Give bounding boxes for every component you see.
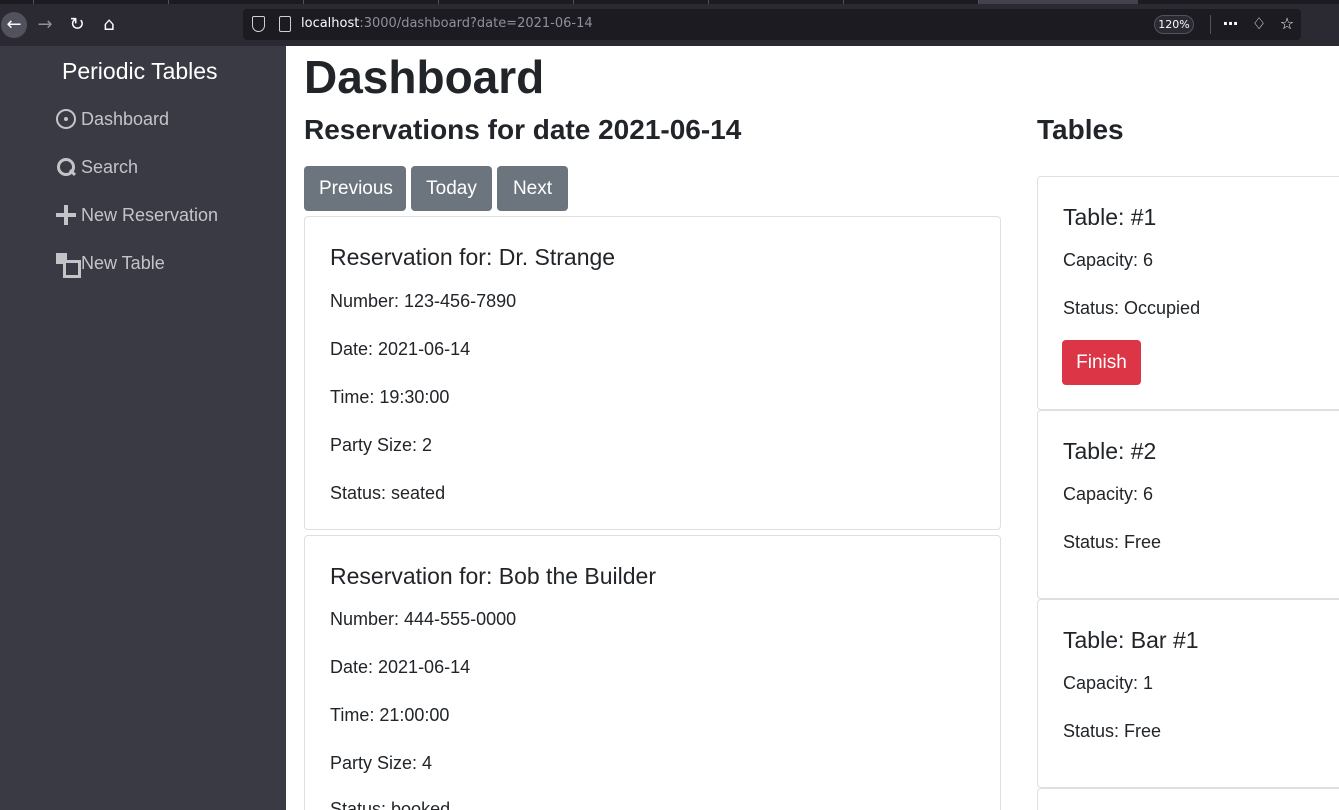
zoom-level-badge[interactable]: 120% (1154, 15, 1194, 34)
reservation-card: Reservation for: Dr. Strange Number: 123… (304, 216, 1001, 530)
bookmark-star-icon[interactable]: ☆ (1276, 13, 1298, 35)
table-capacity: Capacity: 6 (1063, 484, 1154, 504)
table-status: Status: Occupied (1063, 298, 1201, 318)
address-bar[interactable]: localhost:3000/dashboard?date=2021-06-14… (243, 9, 1301, 40)
table-icon (56, 253, 81, 278)
sidebar-item-new-table[interactable]: New Table (56, 248, 165, 278)
more-actions-icon[interactable]: ··· (1219, 13, 1241, 35)
table-title: Table: #1 (1063, 204, 1157, 230)
sidebar-item-dashboard[interactable]: Dashboard (56, 104, 169, 134)
url-text[interactable]: localhost:3000/dashboard?date=2021-06-14 (301, 16, 593, 31)
page-icon[interactable] (279, 16, 291, 32)
reload-icon[interactable]: ↻ (64, 12, 90, 38)
tab-strip (0, 0, 1339, 4)
table-status: Status: Free (1063, 532, 1162, 552)
table-card: Table: Bar #1 Capacity: 1 Status: Free (1037, 599, 1339, 788)
browser-toolbar: ← → ↻ ⌂ localhost:3000/dashboard?date=20… (0, 0, 1339, 46)
reservation-party-size: Party Size: 2 (330, 435, 433, 455)
next-button[interactable]: Next (497, 166, 568, 211)
finish-button[interactable]: Finish (1062, 340, 1141, 385)
table-card: Table: #1 Capacity: 6 Status: Occupied F… (1037, 176, 1339, 410)
previous-button[interactable]: Previous (304, 166, 406, 211)
reservation-number: Number: 444-555-0000 (330, 609, 517, 629)
reservation-card: Reservation for: Bob the Builder Number:… (304, 535, 1001, 810)
reservation-date: Date: 2021-06-14 (330, 657, 471, 677)
table-card: Table: #2 Capacity: 6 Status: Free (1037, 410, 1339, 599)
sidebar-item-label: New Reservation (81, 204, 219, 225)
sidebar-item-label: Dashboard (81, 108, 170, 129)
url-path: :3000/dashboard?date=2021-06-14 (359, 16, 593, 31)
sidebar-item-label: Search (81, 156, 139, 177)
pocket-icon[interactable]: ♢ (1248, 13, 1270, 35)
table-status: Status: Free (1063, 721, 1162, 741)
table-card (1037, 788, 1339, 810)
shield-icon[interactable] (252, 16, 265, 32)
forward-icon[interactable]: → (32, 12, 58, 38)
plus-icon (56, 205, 76, 225)
reservation-party-size: Party Size: 4 (330, 753, 433, 773)
reservation-number: Number: 123-456-7890 (330, 291, 517, 311)
search-icon (56, 157, 76, 177)
home-icon[interactable]: ⌂ (96, 12, 122, 38)
date-navigation: Previous Today Next (304, 166, 573, 211)
divider (1210, 15, 1211, 34)
sidebar-item-label: New Table (81, 252, 165, 273)
dashboard-icon (56, 109, 76, 129)
reservation-time: Time: 19:30:00 (330, 387, 450, 407)
reservation-date: Date: 2021-06-14 (330, 339, 471, 359)
sidebar-item-search[interactable]: Search (56, 152, 138, 182)
brand-title[interactable]: Periodic Tables (62, 58, 218, 85)
reservation-time: Time: 21:00:00 (330, 705, 450, 725)
back-icon[interactable]: ← (1, 12, 27, 38)
url-host: localhost (301, 16, 360, 31)
today-button[interactable]: Today (411, 166, 492, 211)
reservation-status: Status: seated (330, 483, 446, 503)
table-title: Table: Bar #1 (1063, 627, 1199, 653)
table-capacity: Capacity: 1 (1063, 673, 1154, 693)
table-title: Table: #2 (1063, 438, 1157, 464)
table-capacity: Capacity: 6 (1063, 250, 1154, 270)
reservations-heading: Reservations for date 2021-06-14 (304, 114, 742, 145)
reservation-title: Reservation for: Dr. Strange (330, 244, 616, 270)
reservation-status: Status: booked (330, 799, 451, 810)
page-title: Dashboard (304, 51, 545, 103)
reservation-title: Reservation for: Bob the Builder (330, 563, 657, 589)
sidebar: Periodic Tables Dashboard Search New Res… (0, 46, 286, 810)
tables-heading: Tables (1037, 114, 1124, 145)
sidebar-item-new-reservation[interactable]: New Reservation (56, 200, 218, 230)
